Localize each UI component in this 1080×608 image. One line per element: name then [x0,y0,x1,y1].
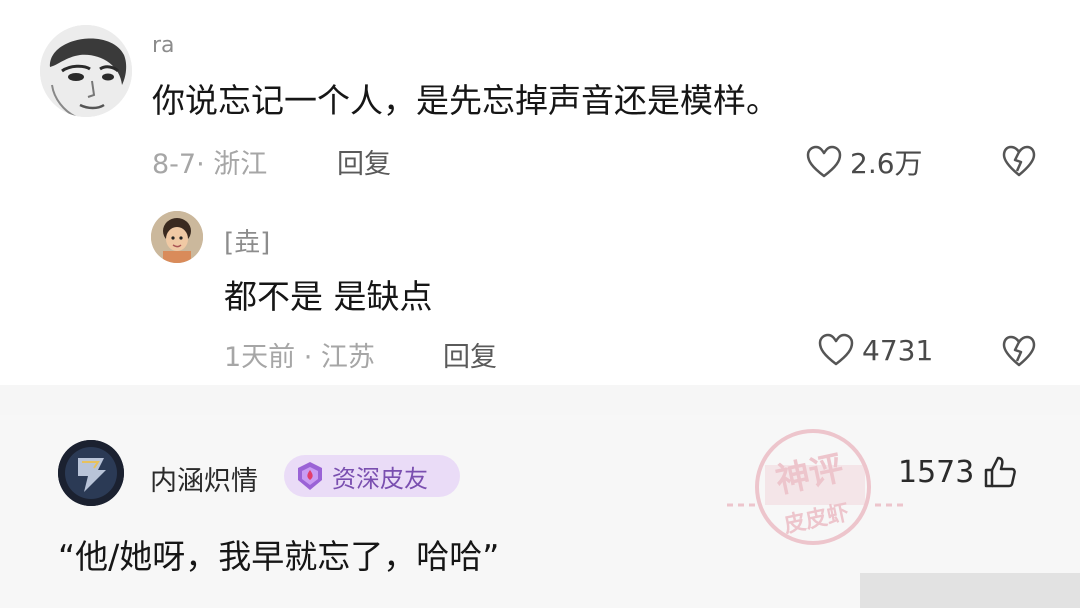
comment-thread: ra 你说忘记一个人，是先忘掉声音还是模样。 8-7· 浙江 回复 2.6万 [… [0,0,1080,385]
comment-dislike-button[interactable] [1002,145,1036,177]
card-like-button[interactable]: 1573 [898,454,1018,490]
comment-avatar[interactable] [40,25,132,117]
comment-text: 你说忘记一个人，是先忘掉声音还是模样。 [152,81,779,120]
reply-dislike-button[interactable] [1002,335,1036,367]
heart-outline-icon [806,145,842,179]
reply-meta: 1天前 · 江苏 [224,342,375,373]
broken-heart-icon [1002,335,1036,367]
comment-like-button[interactable]: 2.6万 [806,142,923,182]
comment-username[interactable]: ra [152,33,175,58]
card-avatar[interactable] [58,440,124,506]
badge-emblem-icon [294,460,326,492]
heart-outline-icon [818,333,854,367]
comment-like-count: 2.6万 [850,147,923,180]
card-username[interactable]: 内涵炽情 [150,459,258,498]
badge-label: 资深皮友 [332,464,428,493]
reply-avatar[interactable] [151,211,203,263]
reply-reply-button[interactable]: 回复 [443,335,497,374]
broken-heart-icon [1002,145,1036,177]
reply-like-count: 4731 [862,333,934,367]
card-like-count: 1573 [898,454,975,490]
card-comment-text: “他/她呀，我早就忘了，哈哈” [58,537,500,576]
section-divider [0,385,1080,415]
comment-meta: 8-7· 浙江 [152,149,268,180]
thumbs-up-icon [982,454,1018,490]
reply-like-button[interactable]: 4731 [818,333,933,367]
reply-text: 都不是 是缺点 [224,277,433,316]
blurred-overlay [860,573,1080,608]
senior-user-badge[interactable]: 资深皮友 [284,455,460,497]
pipixia-watermark: 神评 皮皮虾 [725,425,910,550]
reply-username[interactable]: [垚] [224,222,270,259]
comment-reply-button[interactable]: 回复 [337,142,391,181]
